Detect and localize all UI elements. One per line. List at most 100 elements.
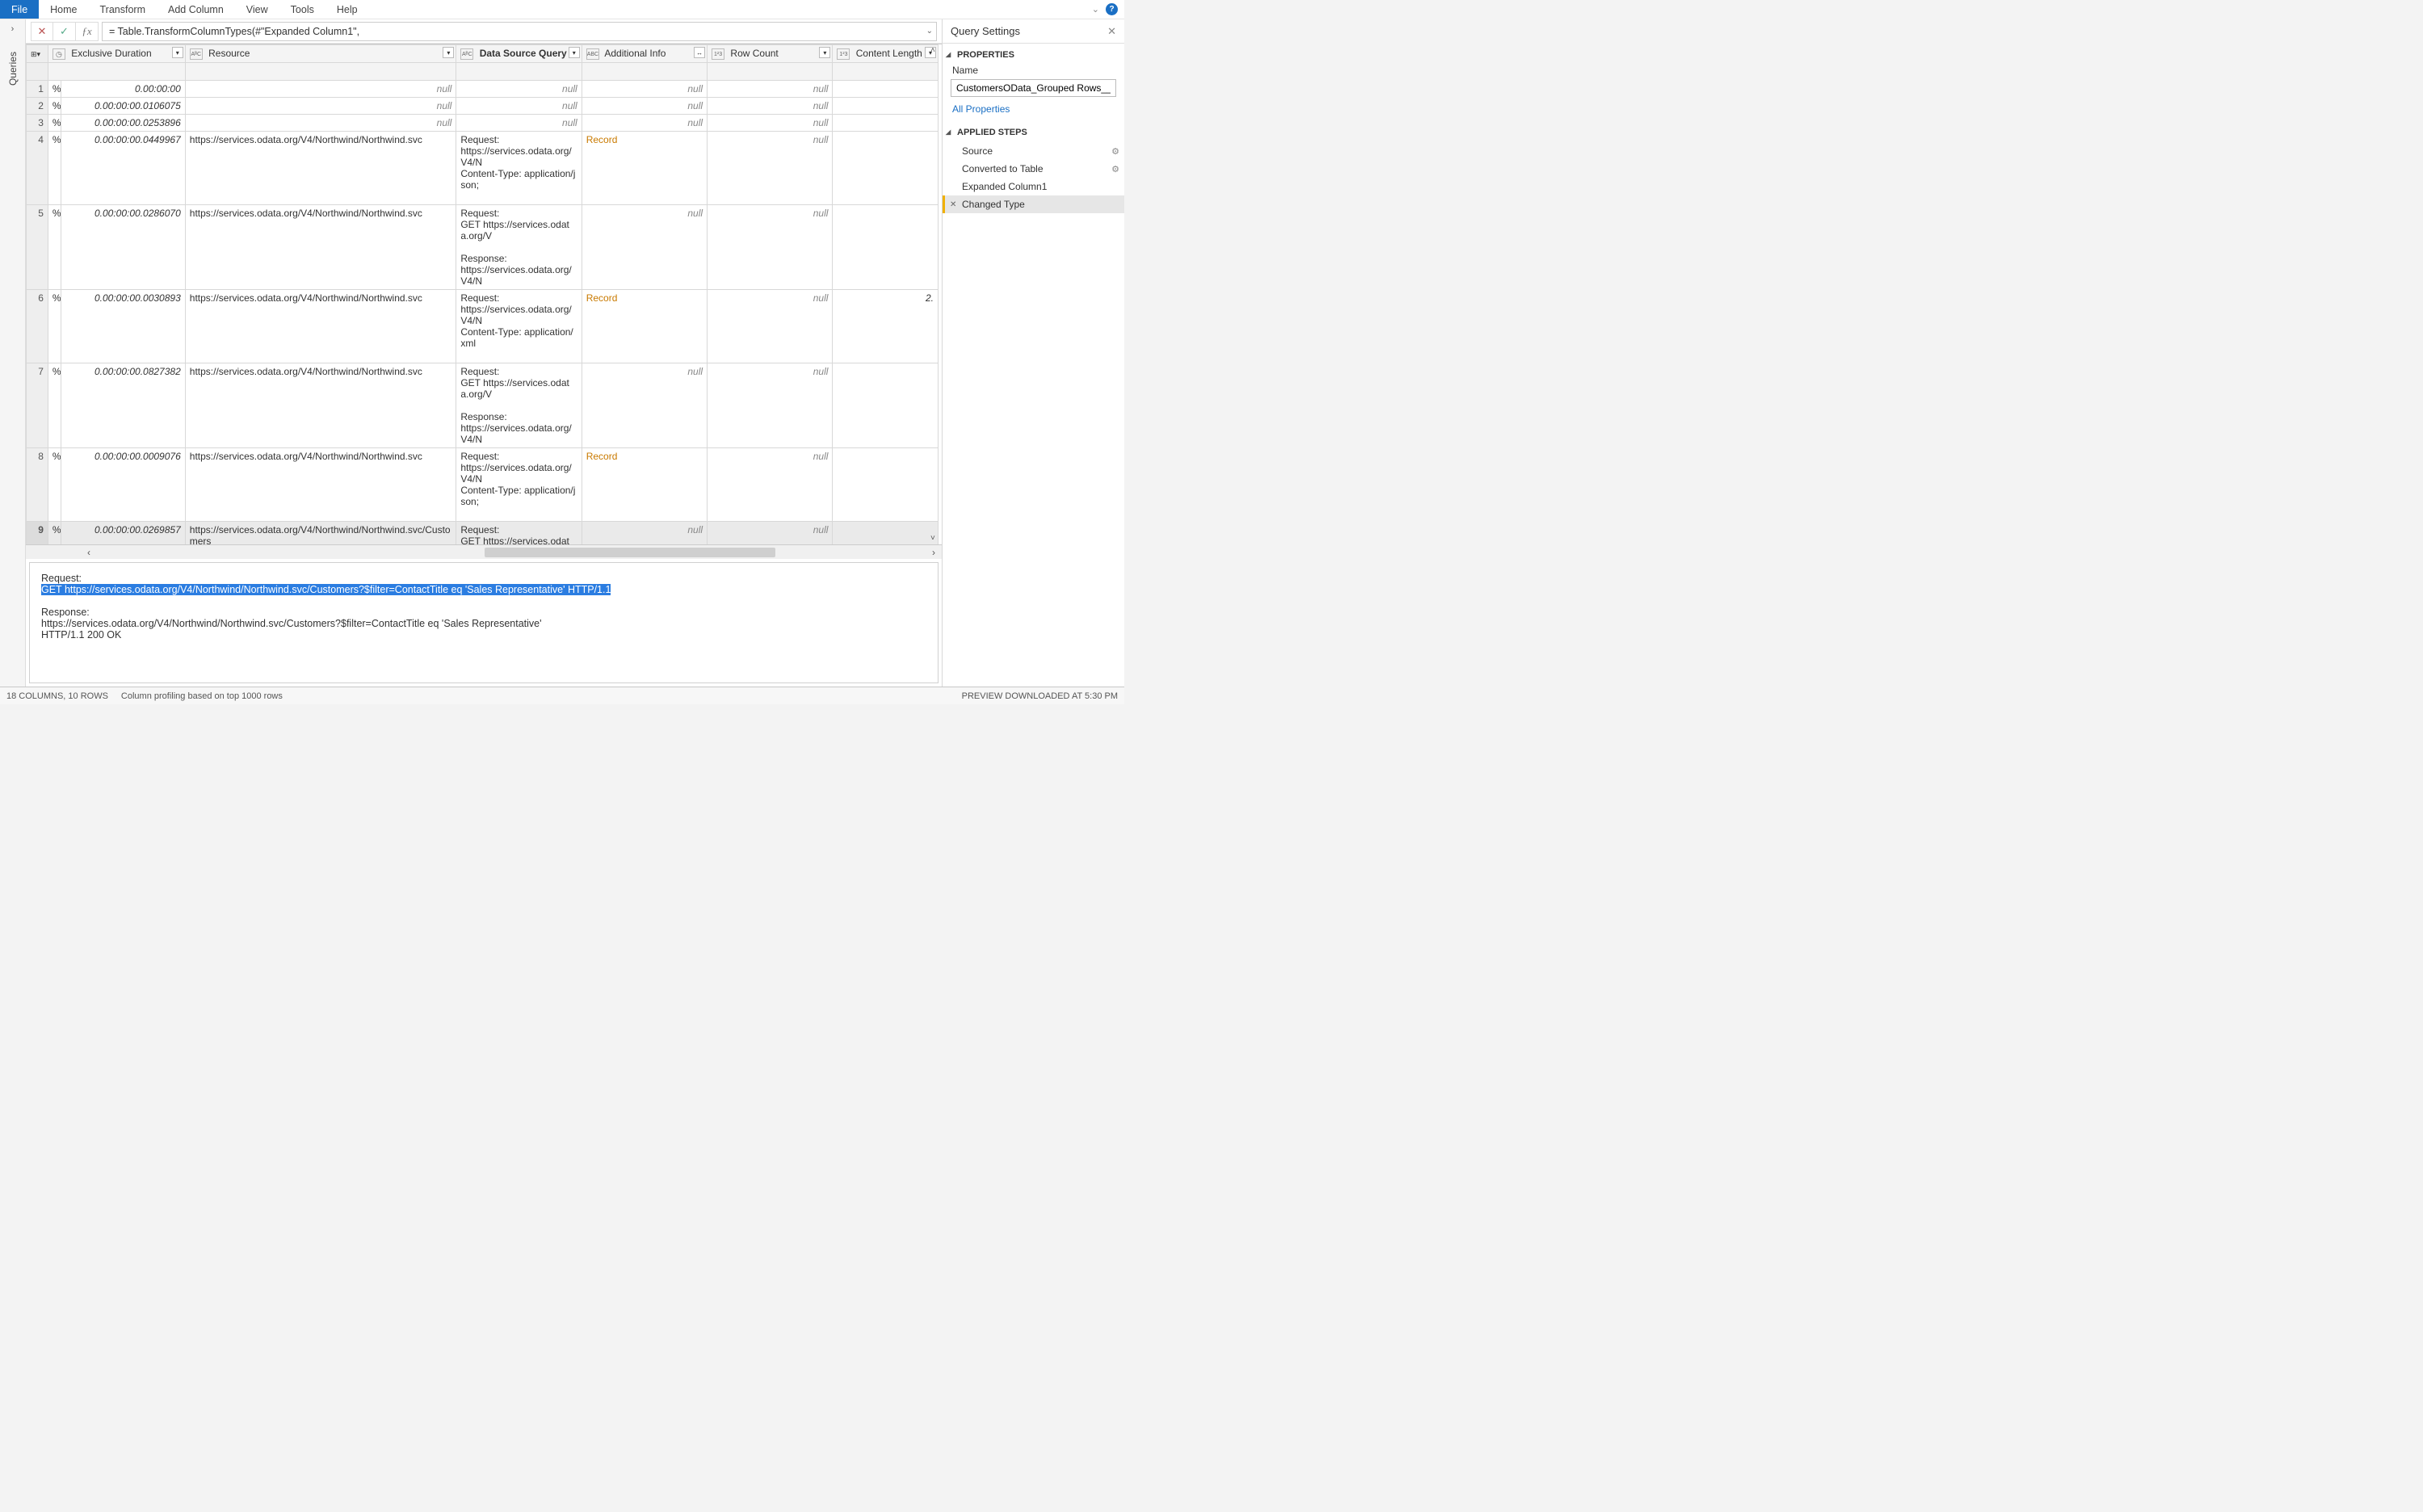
rownum-cell[interactable]: 9 [27, 522, 48, 545]
duration-cell[interactable]: 0.00:00:00 [61, 81, 185, 98]
resource-cell[interactable]: https://services.odata.org/V4/Northwind/… [185, 363, 456, 448]
menu-transform[interactable]: Transform [89, 0, 157, 19]
rowcount-cell[interactable]: null [708, 81, 833, 98]
table-row[interactable]: 3%0.00:00:00.0253896nullnullnullnull [27, 115, 939, 132]
menu-help[interactable]: Help [325, 0, 369, 19]
contentlen-cell[interactable]: 2. [833, 290, 939, 363]
additional-cell[interactable]: null [582, 81, 707, 98]
query-cell[interactable]: Request:https://services.odata.org/V4/NC… [456, 132, 582, 205]
contentlen-cell[interactable] [833, 205, 939, 290]
applied-step[interactable]: Converted to Table⚙ [943, 160, 1124, 178]
formula-input[interactable]: = Table.TransformColumnTypes(#"Expanded … [102, 22, 937, 41]
rowcount-cell[interactable]: null [708, 98, 833, 115]
contentlen-cell[interactable] [833, 363, 939, 448]
scroll-down-icon[interactable]: ˅ [930, 534, 942, 543]
query-cell[interactable]: null [456, 115, 582, 132]
col-data-source-query[interactable]: АᴮС Data Source Query ▾ [456, 45, 582, 63]
rowcount-cell[interactable]: null [708, 448, 833, 522]
horizontal-scrollbar[interactable]: ‹ › [26, 544, 942, 559]
scroll-up-icon[interactable]: ˄ [930, 46, 942, 55]
resource-cell[interactable]: https://services.odata.org/V4/Northwind/… [185, 290, 456, 363]
help-icon[interactable]: ? [1106, 3, 1118, 15]
table-row[interactable]: 9%0.00:00:00.0269857https://services.oda… [27, 522, 939, 545]
pct-cell[interactable]: % [48, 98, 61, 115]
scroll-right-icon[interactable]: › [926, 547, 942, 558]
contentlen-cell[interactable] [833, 98, 939, 115]
table-row[interactable]: 7%0.00:00:00.0827382https://services.oda… [27, 363, 939, 448]
rownum-cell[interactable]: 4 [27, 132, 48, 205]
query-cell[interactable]: Request:GET https://services.odata.org/V [456, 522, 582, 545]
table-row[interactable]: 1%0.00:00:00nullnullnullnull [27, 81, 939, 98]
query-cell[interactable]: Request:https://services.odata.org/V4/NC… [456, 448, 582, 522]
pct-cell[interactable]: % [48, 448, 61, 522]
contentlen-cell[interactable] [833, 448, 939, 522]
table-row[interactable]: 5%0.00:00:00.0286070https://services.oda… [27, 205, 939, 290]
gear-icon[interactable]: ⚙ [1111, 146, 1119, 157]
rowcount-cell[interactable]: null [708, 205, 833, 290]
filter-dropdown-icon[interactable]: ▾ [819, 47, 830, 58]
rownum-cell[interactable]: 8 [27, 448, 48, 522]
pct-cell[interactable]: % [48, 522, 61, 545]
col-row-count[interactable]: 1²3 Row Count ▾ [708, 45, 833, 63]
menu-tools[interactable]: Tools [279, 0, 325, 19]
query-cell[interactable]: Request:https://services.odata.org/V4/NC… [456, 290, 582, 363]
additional-cell[interactable]: null [582, 522, 707, 545]
duration-cell[interactable]: 0.00:00:00.0009076 [61, 448, 185, 522]
resource-cell[interactable]: https://services.odata.org/V4/Northwind/… [185, 522, 456, 545]
col-exclusive-duration[interactable]: ◷ Exclusive Duration ▾ [48, 45, 185, 63]
pct-cell[interactable]: % [48, 363, 61, 448]
menu-file[interactable]: File [0, 0, 39, 19]
resource-cell[interactable]: https://services.odata.org/V4/Northwind/… [185, 132, 456, 205]
resource-cell[interactable]: https://services.odata.org/V4/Northwind/… [185, 205, 456, 290]
additional-cell[interactable]: null [582, 205, 707, 290]
additional-cell[interactable]: null [582, 363, 707, 448]
table-row[interactable]: 4%0.00:00:00.0449967https://services.oda… [27, 132, 939, 205]
menu-home[interactable]: Home [39, 0, 88, 19]
rownum-cell[interactable]: 2 [27, 98, 48, 115]
resource-cell[interactable]: null [185, 115, 456, 132]
query-cell[interactable]: null [456, 81, 582, 98]
applied-step[interactable]: Source⚙ [943, 142, 1124, 160]
table-row[interactable]: 6%0.00:00:00.0030893https://services.oda… [27, 290, 939, 363]
duration-cell[interactable]: 0.00:00:00.0286070 [61, 205, 185, 290]
col-content-length[interactable]: 1²3 Content Length ▾ [833, 45, 939, 63]
resource-cell[interactable]: null [185, 81, 456, 98]
duration-cell[interactable]: 0.00:00:00.0827382 [61, 363, 185, 448]
cancel-formula-button[interactable]: ✕ [31, 22, 53, 41]
rownum-cell[interactable]: 3 [27, 115, 48, 132]
pct-cell[interactable]: % [48, 115, 61, 132]
rownum-cell[interactable]: 7 [27, 363, 48, 448]
properties-section[interactable]: PROPERTIES [943, 44, 1124, 63]
chevron-down-icon[interactable]: ⌄ [1092, 4, 1099, 15]
duration-cell[interactable]: 0.00:00:00.0269857 [61, 522, 185, 545]
query-name-input[interactable] [951, 79, 1116, 97]
rowcount-cell[interactable]: null [708, 290, 833, 363]
menu-add-column[interactable]: Add Column [157, 0, 235, 19]
contentlen-cell[interactable] [833, 115, 939, 132]
rownum-header[interactable]: ⊞▾ [27, 45, 48, 63]
contentlen-cell[interactable] [833, 132, 939, 205]
additional-cell[interactable]: null [582, 98, 707, 115]
additional-cell[interactable]: Record [582, 132, 707, 205]
all-properties-link[interactable]: All Properties [943, 102, 1124, 121]
resource-cell[interactable]: null [185, 98, 456, 115]
fx-button[interactable]: ƒx [76, 22, 99, 41]
formula-expand-icon[interactable]: ⌄ [926, 27, 933, 36]
rowcount-cell[interactable]: null [708, 115, 833, 132]
expand-dropdown-icon[interactable]: ↔ [694, 47, 705, 58]
scroll-left-icon[interactable]: ‹ [81, 547, 97, 558]
query-cell[interactable]: null [456, 98, 582, 115]
applied-steps-section[interactable]: APPLIED STEPS [943, 121, 1124, 141]
expand-queries-icon[interactable]: › [11, 24, 15, 34]
pct-cell[interactable]: % [48, 81, 61, 98]
query-cell[interactable]: Request:GET https://services.odata.org/V… [456, 205, 582, 290]
query-cell[interactable]: Request:GET https://services.odata.org/V… [456, 363, 582, 448]
filter-dropdown-icon[interactable]: ▾ [172, 47, 183, 58]
filter-dropdown-icon[interactable]: ▾ [569, 47, 580, 58]
duration-cell[interactable]: 0.00:00:00.0030893 [61, 290, 185, 363]
resource-cell[interactable]: https://services.odata.org/V4/Northwind/… [185, 448, 456, 522]
rowcount-cell[interactable]: null [708, 132, 833, 205]
table-row[interactable]: 2%0.00:00:00.0106075nullnullnullnull [27, 98, 939, 115]
rownum-cell[interactable]: 5 [27, 205, 48, 290]
vertical-scrollbar[interactable]: ˄ ˅ [930, 44, 942, 544]
